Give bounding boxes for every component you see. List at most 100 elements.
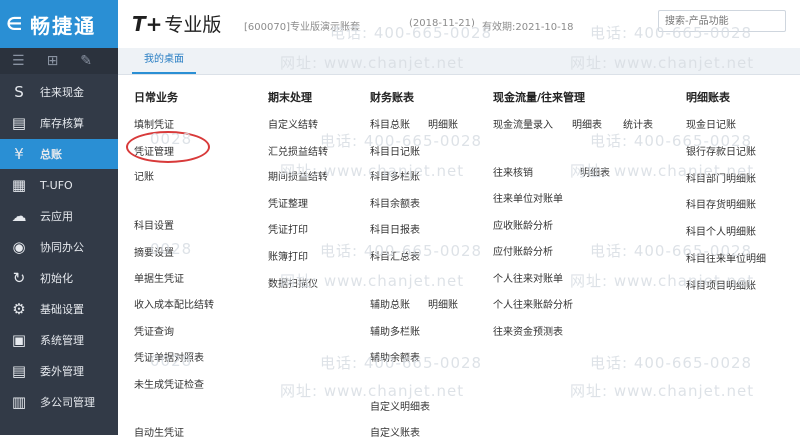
link-income-cost-matching[interactable]: 收入成本配比结转 (134, 296, 214, 311)
app-logo: ∈ 畅捷通 (0, 0, 118, 48)
sidebar-item-cash[interactable]: S 往来现金 (0, 77, 118, 107)
link-account-summary[interactable]: 科目汇总表 (370, 248, 420, 263)
sidebar-item-label: 委外管理 (40, 365, 84, 378)
sidebar-item-label: 初始化 (40, 272, 73, 285)
link-summary-settings[interactable]: 摘要设置 (134, 244, 174, 259)
link-reconciliation-detail[interactable]: 明细表 (580, 164, 610, 179)
sidebar-item-label: T-UFO (40, 178, 73, 192)
link-custom-detail[interactable]: 自定义明细表 (370, 398, 430, 413)
sidebar-item-ledger[interactable]: ¥ 总账 (0, 139, 118, 169)
link-account-balance[interactable]: 科目余额表 (370, 195, 420, 210)
link-project-detail[interactable]: 科目项目明细账 (686, 277, 756, 292)
link-period-pl-transfer[interactable]: 期间损益结转 (268, 168, 328, 183)
link-cashflow-stats[interactable]: 统计表 (623, 116, 653, 131)
top-header: T+ 专业版 [600070]专业版演示账套 (2018-11-21) 有效期:2… (118, 0, 800, 49)
sidebar-item-label: 基础设置 (40, 303, 84, 316)
link-personal-aging[interactable]: 个人往来账龄分析 (493, 296, 573, 311)
link-cashflow-entry[interactable]: 现金流量录入 (493, 116, 553, 131)
sidebar-item-tufo[interactable]: ▦ T-UFO (0, 170, 118, 200)
link-dept-detail[interactable]: 科目部门明细账 (686, 170, 756, 185)
link-fund-forecast[interactable]: 往来资金预测表 (493, 323, 563, 338)
link-book-print[interactable]: 账簿打印 (268, 248, 308, 263)
sidebar-item-system[interactable]: ▣ 系统管理 (0, 325, 118, 355)
link-data-scanner[interactable]: 数据扫描仪 (268, 275, 318, 290)
cloud-icon: ☁ (11, 207, 27, 225)
link-voucher-arrange[interactable]: 凭证整理 (268, 195, 308, 210)
link-partner-detail[interactable]: 科目往来单位明细 (686, 250, 766, 265)
link-personal-statement[interactable]: 个人往来对账单 (493, 270, 563, 285)
link-account-settings[interactable]: 科目设置 (134, 217, 174, 232)
sidebar-item-init[interactable]: ↻ 初始化 (0, 263, 118, 293)
validity-date: 有效期:2021-10-18 (482, 22, 574, 33)
logo-arrow-icon: ∈ (6, 13, 25, 35)
link-account-daily[interactable]: 科目日报表 (370, 221, 420, 236)
link-posting[interactable]: 记账 (134, 168, 154, 183)
search-input[interactable] (658, 10, 786, 32)
tab-bar: 我的桌面 (118, 48, 800, 75)
report-icon: ▦ (11, 176, 27, 194)
column-title: 明细账表 (686, 91, 730, 104)
edit-icon[interactable]: ✎ (80, 53, 92, 69)
sidebar-item-label: 总账 (40, 148, 62, 161)
link-receivable-aging[interactable]: 应收账龄分析 (493, 217, 553, 232)
sidebar-item-cloud[interactable]: ☁ 云应用 (0, 201, 118, 231)
link-custom-transfer[interactable]: 自定义结转 (268, 116, 318, 131)
sidebar-item-inventory[interactable]: ▤ 库存核算 (0, 108, 118, 138)
sidebar-item-multi-company[interactable]: ▥ 多公司管理 (0, 387, 118, 417)
sidebar-item-basic-settings[interactable]: ⚙ 基础设置 (0, 294, 118, 324)
refresh-icon: ↻ (12, 269, 26, 287)
link-detail-ledger[interactable]: 明细账 (428, 116, 458, 131)
link-exchange-transfer[interactable]: 汇兑损益结转 (268, 143, 328, 158)
brand-name: T+ (132, 12, 163, 36)
link-cash-journal[interactable]: 现金日记账 (686, 116, 736, 131)
link-payable-aging[interactable]: 应付账龄分析 (493, 243, 553, 258)
sidebar-item-label: 往来现金 (40, 86, 84, 99)
link-cashflow-detail[interactable]: 明细表 (572, 116, 602, 131)
ledger-icon: ¥ (14, 145, 24, 163)
sidebar-item-outsource[interactable]: ▤ 委外管理 (0, 356, 118, 386)
link-fill-voucher[interactable]: 填制凭证 (134, 116, 174, 131)
link-aux-multicolumn[interactable]: 辅助多栏账 (370, 323, 420, 338)
grid-icon[interactable]: ⊞ (47, 53, 59, 69)
link-aux-ledger[interactable]: 辅助总账 (370, 296, 410, 311)
link-voucher-print[interactable]: 凭证打印 (268, 221, 308, 236)
link-document-voucher[interactable]: 单据生凭证 (134, 270, 184, 285)
sidebar-item-collab[interactable]: ◉ 协同办公 (0, 232, 118, 262)
link-account-journal[interactable]: 科目日记账 (370, 143, 420, 158)
link-auto-voucher[interactable]: 自动生凭证 (134, 424, 184, 439)
sidebar-toolbar: ☰ ⊞ ✎ (0, 48, 118, 74)
sidebar-item-label: 库存核算 (40, 117, 84, 130)
collab-icon: ◉ (12, 238, 26, 256)
sidebar-item-label: 多公司管理 (40, 396, 95, 409)
link-partner-statement[interactable]: 往来单位对账单 (493, 190, 563, 205)
link-bank-journal[interactable]: 银行存款日记账 (686, 143, 756, 158)
watermark-site: 网址: www.chanjet.net (570, 382, 755, 400)
cash-icon: S (14, 83, 24, 101)
link-personal-detail[interactable]: 科目个人明细账 (686, 223, 756, 238)
company-icon: ▥ (11, 393, 27, 411)
brand-edition: 专业版 (164, 14, 222, 36)
link-unvouchered-check[interactable]: 未生成凭证检查 (134, 376, 204, 391)
sidebar-item-label: 系统管理 (40, 334, 84, 347)
link-voucher-document-table[interactable]: 凭证单据对照表 (134, 349, 204, 364)
left-sidebar: ∈ 畅捷通 ☰ ⊞ ✎ S 往来现金 ▤ 库存核算 ¥ 总账 ▦ T-UFO ☁… (0, 0, 118, 435)
menu-icon[interactable]: ☰ (12, 53, 25, 69)
system-icon: ▣ (11, 331, 27, 349)
logo-text: 畅捷通 (30, 13, 97, 38)
inventory-icon: ▤ (11, 114, 27, 132)
column-title: 财务账表 (370, 91, 414, 104)
watermark-phone: 电话: 400-665-0028 (590, 354, 753, 372)
link-reconciliation[interactable]: 往来核销 (493, 164, 533, 179)
tab-my-desktop[interactable]: 我的桌面 (132, 48, 196, 74)
link-account-multicolumn[interactable]: 科目多栏账 (370, 168, 420, 183)
settings-icon: ⚙ (12, 300, 26, 318)
link-account-ledger[interactable]: 科目总账 (370, 116, 410, 131)
link-custom-report[interactable]: 自定义账表 (370, 424, 420, 439)
link-voucher-query[interactable]: 凭证查询 (134, 323, 174, 338)
link-aux-detail[interactable]: 明细账 (428, 296, 458, 311)
link-inventory-detail[interactable]: 科目存货明细账 (686, 196, 756, 211)
link-aux-balance[interactable]: 辅助余额表 (370, 349, 420, 364)
sidebar-item-label: 云应用 (40, 210, 73, 223)
outsource-icon: ▤ (11, 362, 27, 380)
login-date: (2018-11-21) (409, 18, 475, 29)
